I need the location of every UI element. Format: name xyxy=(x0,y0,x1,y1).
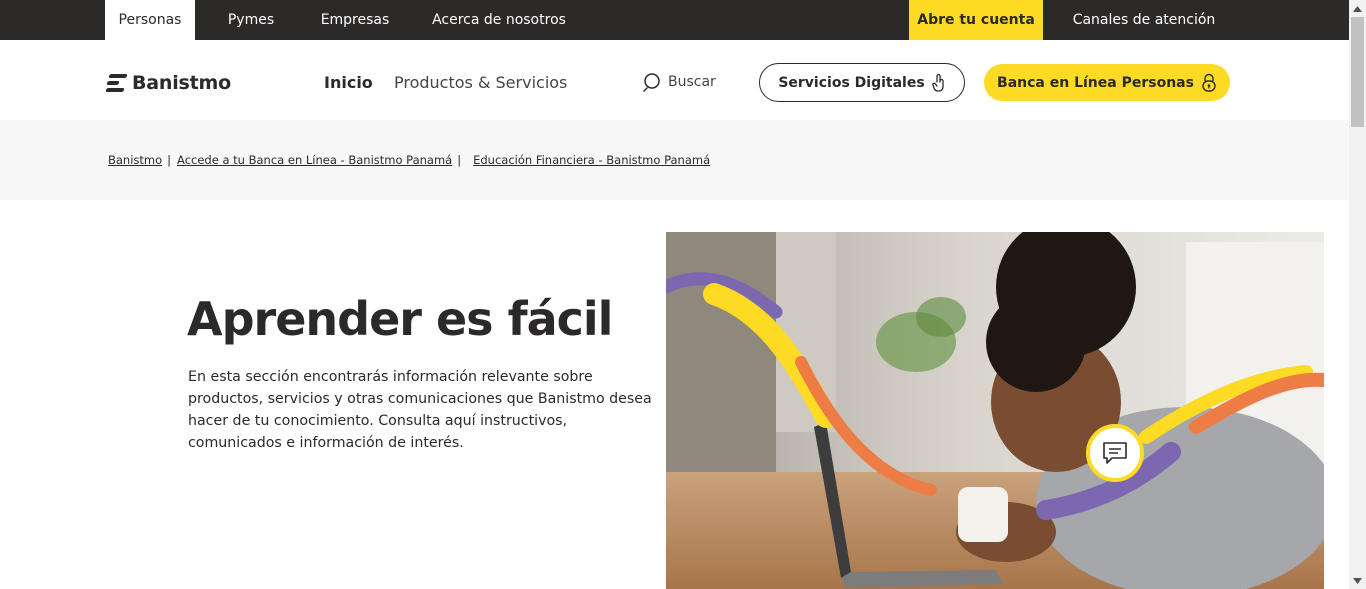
banistmo-logo[interactable]: Banistmo xyxy=(105,70,231,96)
topbar-tab-personas[interactable]: Personas xyxy=(105,0,195,40)
logo-text: Banistmo xyxy=(132,72,231,94)
banca-en-linea-label: Banca en Línea Personas xyxy=(997,74,1194,91)
nav-productos-servicios[interactable]: Productos & Servicios xyxy=(394,73,567,92)
breadcrumb-educacion-financiera[interactable]: Educación Financiera - Banistmo Panamá xyxy=(473,153,710,167)
breadcrumb-banca-en-linea[interactable]: Accede a tu Banca en Línea - Banistmo Pa… xyxy=(177,153,452,167)
breadcrumb: Banistmo | Accede a tu Banca en Línea - … xyxy=(108,153,710,167)
servicios-digitales-label: Servicios Digitales xyxy=(778,74,925,91)
nav-inicio[interactable]: Inicio xyxy=(324,73,373,92)
servicios-digitales-button[interactable]: Servicios Digitales xyxy=(759,63,965,102)
banca-en-linea-button[interactable]: Banca en Línea Personas xyxy=(984,64,1230,101)
breadcrumb-bar: Banistmo | Accede a tu Banca en Línea - … xyxy=(0,120,1349,200)
topbar-tab-acerca[interactable]: Acerca de nosotros xyxy=(424,0,574,40)
top-bar: Personas Pymes Empresas Acerca de nosotr… xyxy=(0,0,1349,40)
breadcrumb-banistmo[interactable]: Banistmo xyxy=(108,153,162,167)
touch-hand-icon xyxy=(931,73,944,92)
scroll-thumb[interactable] xyxy=(1351,17,1364,127)
chat-button[interactable] xyxy=(1086,424,1144,482)
search-button[interactable]: Buscar xyxy=(643,72,716,92)
breadcrumb-separator: | xyxy=(167,153,172,167)
scroll-down-icon[interactable] xyxy=(1349,572,1366,589)
lock-icon xyxy=(1202,73,1216,92)
chat-icon xyxy=(1103,442,1127,464)
open-account-button[interactable]: Abre tu cuenta xyxy=(909,0,1043,40)
page-scrollbar[interactable] xyxy=(1349,0,1366,589)
hero-image xyxy=(666,232,1324,589)
hero-description: En esta sección encontrarás información … xyxy=(188,369,652,451)
scroll-up-icon[interactable] xyxy=(1349,0,1366,17)
topbar-tab-empresas[interactable]: Empresas xyxy=(310,0,400,40)
breadcrumb-separator: | xyxy=(457,153,462,167)
main-header: Banistmo Inicio Productos & Servicios Bu… xyxy=(0,40,1349,120)
topbar-canales-link[interactable]: Canales de atención xyxy=(1063,0,1225,40)
page-title: Aprender es fácil xyxy=(187,292,613,346)
search-icon xyxy=(643,73,660,92)
banistmo-logo-icon xyxy=(105,72,128,94)
topbar-tab-pymes[interactable]: Pymes xyxy=(212,0,290,40)
search-label: Buscar xyxy=(668,74,716,90)
